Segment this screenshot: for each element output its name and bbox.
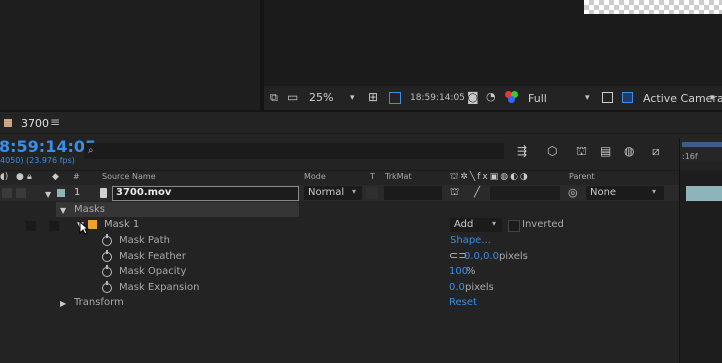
video-toggle[interactable] bbox=[2, 188, 12, 198]
transparency-grid-icon[interactable] bbox=[622, 92, 633, 103]
search-field[interactable]: ⌕ bbox=[84, 143, 504, 159]
frame-blending-icon[interactable]: ▤ bbox=[600, 145, 611, 157]
parent-value: None bbox=[590, 187, 617, 198]
color-channels-icon[interactable] bbox=[505, 91, 519, 103]
column-source-name[interactable]: Source Name bbox=[102, 172, 156, 181]
parent-dropdown[interactable]: None ▾ bbox=[586, 186, 664, 200]
mask-mode-dropdown[interactable]: Add ▾ bbox=[450, 218, 502, 232]
mask-expansion-unit: pixels bbox=[465, 282, 494, 293]
zoom-value: 25% bbox=[309, 91, 334, 104]
mask-opacity-unit: % bbox=[466, 266, 476, 277]
mode-dropdown[interactable]: Normal ▾ bbox=[304, 186, 362, 200]
mask-expansion-value[interactable]: 0.0 bbox=[449, 282, 465, 293]
mode-chevron-icon: ▾ bbox=[352, 187, 357, 196]
layer-name: 3700.mov bbox=[116, 187, 172, 198]
footage-icon bbox=[100, 188, 107, 198]
switch-cells[interactable] bbox=[490, 186, 560, 200]
column-number: # bbox=[73, 172, 80, 181]
mask-visibility-toggle[interactable] bbox=[49, 221, 59, 231]
viewer-timecode[interactable]: 18:59:14:05 bbox=[410, 93, 465, 103]
masks-expand-icon[interactable]: ▼ bbox=[60, 205, 66, 217]
comp-tab-name[interactable]: 3700 bbox=[21, 117, 49, 130]
work-area-bar[interactable] bbox=[682, 142, 722, 147]
label-header-icon: ◆ bbox=[52, 172, 59, 182]
current-time-display[interactable]: 8:59:14:05 bbox=[0, 137, 96, 156]
ruler-label: :16f bbox=[682, 152, 698, 161]
mask-opacity-label: Mask Opacity bbox=[119, 266, 187, 277]
mask-feather-value[interactable]: 0.0,0.0 bbox=[464, 251, 499, 262]
transform-label[interactable]: Transform bbox=[74, 297, 124, 308]
column-mode[interactable]: Mode bbox=[304, 172, 326, 181]
mask-feather-label: Mask Feather bbox=[119, 251, 186, 262]
layer-label-swatch[interactable] bbox=[57, 189, 65, 197]
panel-menu-icon[interactable]: ≡ bbox=[50, 115, 60, 129]
inverted-label: Inverted bbox=[522, 219, 564, 230]
mask-mode-value: Add bbox=[454, 219, 474, 230]
mask-feather-stopwatch-icon[interactable] bbox=[102, 250, 112, 262]
region-of-interest-icon[interactable] bbox=[389, 92, 401, 104]
layer-duration-bar[interactable] bbox=[686, 186, 722, 201]
quality-switch-icon[interactable]: ╱ bbox=[474, 187, 480, 199]
mask-expansion-stopwatch-icon[interactable] bbox=[102, 281, 112, 293]
parent-chevron-icon: ▾ bbox=[652, 187, 657, 196]
transform-expand-icon[interactable]: ▶ bbox=[60, 298, 66, 310]
trkmat-dropdown[interactable] bbox=[384, 186, 442, 200]
resolution-dropdown-icon[interactable]: ▾ bbox=[585, 92, 590, 104]
transform-reset[interactable]: Reset bbox=[449, 297, 477, 308]
layer-name-field[interactable]: 3700.mov bbox=[112, 186, 299, 201]
track-divider bbox=[679, 138, 680, 363]
solo-header-icon: ● bbox=[16, 172, 24, 182]
mask-path-stopwatch-icon[interactable] bbox=[102, 234, 112, 246]
comp-label-swatch bbox=[4, 119, 12, 127]
comp-flowchart-icon[interactable]: ⇶ bbox=[517, 145, 527, 157]
mask-color-swatch[interactable] bbox=[88, 220, 97, 229]
left-panel bbox=[0, 0, 260, 110]
draft-3d-icon[interactable]: ⬡ bbox=[547, 145, 557, 157]
frame-info: 4050) (23.976 fps) bbox=[0, 156, 75, 165]
masks-group-label: Masks bbox=[74, 204, 105, 215]
mode-value: Normal bbox=[308, 187, 345, 198]
transparency-grid bbox=[584, 0, 722, 14]
graph-editor-icon[interactable]: ⧄ bbox=[652, 145, 660, 157]
search-icon: ⌕ bbox=[88, 145, 94, 156]
resolution-select[interactable]: Full bbox=[528, 92, 547, 105]
tab-divider bbox=[0, 110, 722, 112]
fit-icon[interactable]: ⊞ bbox=[368, 91, 378, 103]
parent-pickwhip-icon[interactable]: ◎ bbox=[568, 187, 578, 199]
snapshot-view-icon[interactable]: ⧉ bbox=[270, 92, 278, 104]
column-parent[interactable]: Parent bbox=[569, 172, 595, 181]
motion-blur-icon[interactable]: ◍ bbox=[624, 145, 634, 157]
shy-layers-icon[interactable]: ⛫ bbox=[576, 145, 587, 157]
shy-switch-icon[interactable]: ⛫ bbox=[450, 187, 459, 199]
camera-dropdown-icon[interactable]: ▾ bbox=[710, 92, 715, 104]
zoom-select[interactable]: 25% bbox=[309, 91, 333, 104]
mask-path-label: Mask Path bbox=[119, 235, 170, 246]
inverted-checkbox[interactable] bbox=[508, 220, 520, 232]
mask-mode-chevron-icon: ▾ bbox=[492, 219, 497, 228]
mask-row-lock[interactable] bbox=[26, 221, 36, 231]
preserve-transparency-toggle[interactable] bbox=[366, 187, 378, 199]
switches-header-icons: ⛫✲╲fx▣◍◐◑ bbox=[450, 172, 530, 182]
display-icon[interactable]: ▭ bbox=[287, 91, 298, 103]
mouse-cursor-icon bbox=[79, 221, 89, 235]
fast-previews-icon[interactable] bbox=[602, 92, 613, 103]
layer-expand-icon[interactable]: ▼ bbox=[45, 189, 51, 201]
show-snapshot-icon[interactable]: ◔ bbox=[486, 91, 496, 103]
av-features-icon: ◖) bbox=[0, 172, 9, 182]
mask-path-value[interactable]: Shape... bbox=[450, 235, 491, 246]
column-t: T bbox=[370, 172, 375, 181]
camera-icon[interactable]: ◙ bbox=[467, 91, 479, 103]
mask-opacity-stopwatch-icon[interactable] bbox=[102, 265, 112, 277]
mask-feather-unit: pixels bbox=[499, 251, 528, 262]
zoom-dropdown-icon[interactable]: ▾ bbox=[350, 92, 355, 104]
column-trkmat[interactable]: TrkMat bbox=[385, 172, 412, 181]
audio-toggle[interactable] bbox=[16, 188, 26, 198]
layer-index: 1 bbox=[74, 187, 81, 198]
mask-name[interactable]: Mask 1 bbox=[104, 219, 139, 230]
tab-underline bbox=[0, 133, 722, 134]
mask-expansion-label: Mask Expansion bbox=[119, 282, 200, 293]
lock-header-icon: 🔒︎ bbox=[27, 172, 32, 182]
